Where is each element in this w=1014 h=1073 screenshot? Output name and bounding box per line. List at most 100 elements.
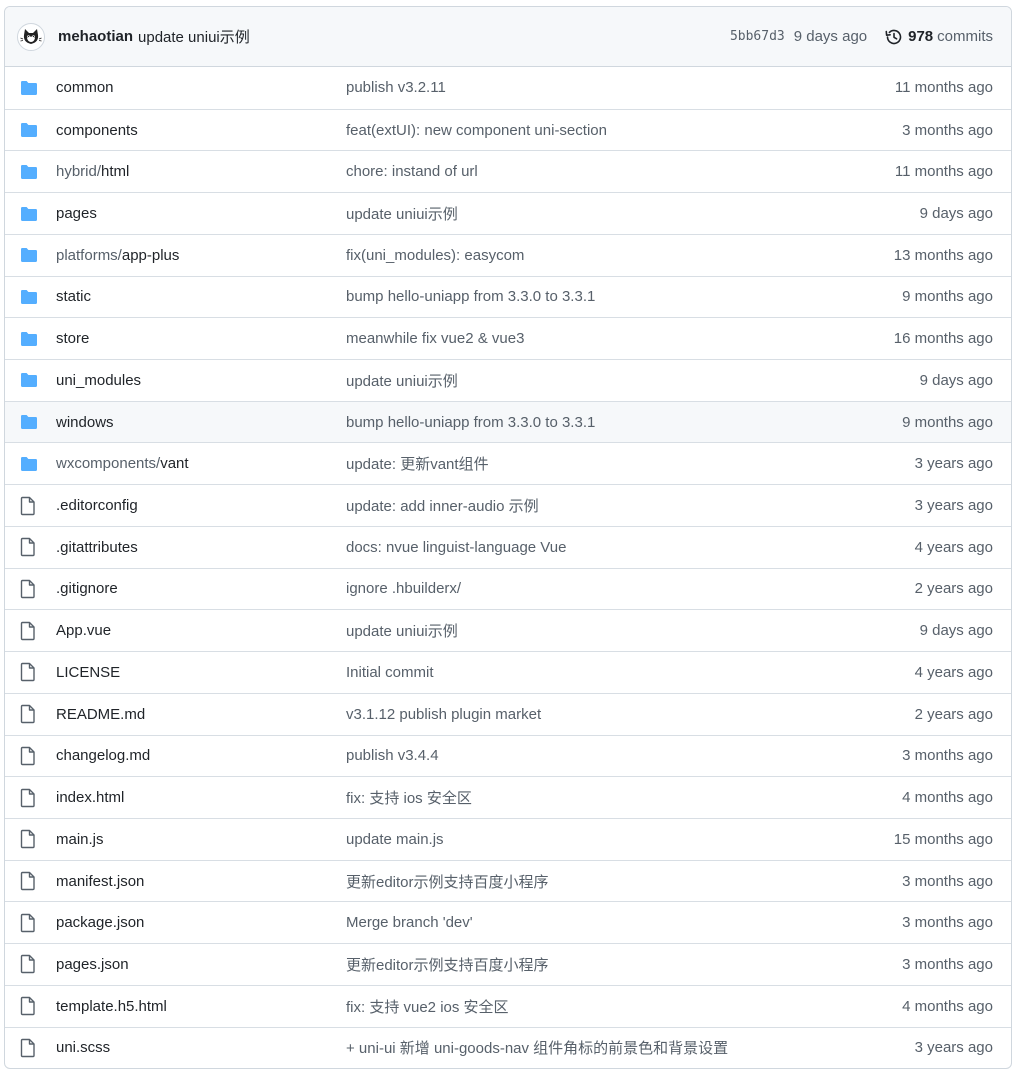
file-name-link[interactable]: main.js (56, 831, 346, 848)
file-icon (20, 621, 40, 641)
file-name-link[interactable]: pages (56, 205, 346, 222)
file-name-link[interactable]: LICENSE (56, 664, 346, 681)
commit-message-link[interactable]: 更新editor示例支持百度小程序 (346, 871, 902, 892)
file-icon (20, 829, 40, 849)
commit-message-link[interactable]: update uniui示例 (346, 203, 920, 224)
commit-message-link[interactable]: meanwhile fix vue2 & vue3 (346, 330, 894, 347)
file-row[interactable]: .editorconfig update: add inner-audio 示例 3… (5, 484, 1011, 526)
commit-message-link[interactable]: ignore .hbuilderx/ (346, 580, 915, 597)
file-row[interactable]: main.js update main.js 15 months ago (5, 817, 1011, 860)
commit-message[interactable]: update uniui示例 (138, 26, 250, 47)
file-icon (20, 662, 40, 682)
commit-message-link[interactable]: update: 更新vant组件 (346, 453, 915, 474)
path-prefix: hybrid/ (56, 163, 102, 181)
file-name-link[interactable]: .gitignore (56, 580, 346, 597)
file-name-link[interactable]: components (56, 122, 346, 139)
file-row[interactable]: manifest.json 更新editor示例支持百度小程序 3 months a… (5, 859, 1011, 902)
commits-link[interactable]: 978 commits (884, 27, 993, 47)
file-icon (20, 496, 40, 516)
file-row[interactable]: package.json Merge branch 'dev' 3 months a… (5, 901, 1011, 943)
commit-message-link[interactable]: update main.js (346, 831, 894, 848)
file-name-link[interactable]: store (56, 330, 346, 347)
file-name: vant (160, 455, 189, 473)
commit-message-link[interactable]: chore: instand of url (346, 163, 895, 180)
commit-age: 9 days ago (919, 205, 993, 223)
commit-message-link[interactable]: bump hello-uniapp from 3.3.0 to 3.3.1 (346, 288, 902, 305)
file-row[interactable]: components feat(extUI): new component uni… (5, 108, 1011, 151)
file-name: html (101, 163, 130, 181)
file-icon (20, 1038, 40, 1058)
file-row[interactable]: uni.scss + uni-ui 新增 uni-goods-nav 组件角标的前… (5, 1026, 1011, 1069)
folder-icon (20, 372, 40, 388)
file-row[interactable]: App.vue update uniui示例 9 days ago (5, 609, 1011, 651)
commit-message-link[interactable]: publish v3.2.11 (346, 79, 895, 96)
folder-icon (20, 80, 40, 96)
file-row[interactable]: pages.json 更新editor示例支持百度小程序 3 months ago (5, 943, 1011, 985)
commit-message-link[interactable]: Initial commit (346, 664, 915, 681)
file-row[interactable]: LICENSE Initial commit 4 years ago (5, 651, 1011, 693)
file-name-link[interactable]: static (56, 288, 346, 305)
file-name-link[interactable]: index.html (56, 789, 346, 806)
file-row[interactable]: platforms/app-plus fix(uni_modules): easy… (5, 233, 1011, 276)
file-name-link[interactable]: .editorconfig (56, 497, 346, 514)
file-name: uni.scss (56, 1039, 111, 1057)
file-name: pages.json (56, 955, 129, 973)
file-row[interactable]: uni_modules update uniui示例 9 days ago (5, 359, 1011, 401)
commit-message-link[interactable]: Merge branch 'dev' (346, 914, 902, 931)
commit-message-link[interactable]: fix: 支持 vue2 ios 安全区 (346, 996, 902, 1017)
commit-message-link[interactable]: update uniui示例 (346, 370, 920, 391)
commit-sha[interactable]: 5bb67d3 (730, 29, 785, 44)
file-row[interactable]: windows bump hello-uniapp from 3.3.0 to 3… (5, 400, 1011, 443)
commit-message-link[interactable]: update uniui示例 (346, 620, 920, 641)
file-name-link[interactable]: changelog.md (56, 747, 346, 764)
commit-message-link[interactable]: feat(extUI): new component uni-section (346, 122, 902, 139)
file-name-link[interactable]: common (56, 79, 346, 96)
file-row[interactable]: changelog.md publish v3.4.4 3 months ago (5, 734, 1011, 777)
file-name-link[interactable]: platforms/app-plus (56, 247, 346, 264)
commit-age: 11 months ago (894, 163, 993, 181)
file-row[interactable]: .gitignore ignore .hbuilderx/2 years ago (5, 567, 1011, 610)
commit-message-link[interactable]: v3.1.12 publish plugin market (346, 706, 915, 723)
file-name-link[interactable]: README.md (56, 706, 346, 723)
file-row[interactable]: wxcomponents/vant update: 更新vant组件 3 years… (5, 442, 1011, 484)
commit-message-link[interactable]: + uni-ui 新增 uni-goods-nav 组件角标的前景色和背景设置 (346, 1037, 915, 1058)
file-row[interactable]: hybrid/html chore: instand of url 11 month… (5, 150, 1011, 192)
file-row[interactable]: pages update uniui示例 9 days ago (5, 192, 1011, 234)
file-row[interactable]: common publish v3.2.11 11 months ago (5, 67, 1011, 109)
file-name-link[interactable]: pages.json (56, 956, 346, 973)
file-name-link[interactable]: manifest.json (56, 873, 346, 890)
file-name-link[interactable]: package.json (56, 914, 346, 931)
commit-age: 4 months ago (902, 997, 993, 1015)
file-row[interactable]: static bump hello-uniapp from 3.3.0 to 3.… (5, 275, 1011, 318)
author-avatar[interactable] (17, 22, 45, 51)
commit-message-link[interactable]: bump hello-uniapp from 3.3.0 to 3.3.1 (346, 414, 902, 431)
file-name-link[interactable]: .gitattributes (56, 539, 346, 556)
commit-message-link[interactable]: 更新editor示例支持百度小程序 (346, 954, 902, 975)
file-row[interactable]: index.html fix: 支持 ios 安全区 4 months ago (5, 776, 1011, 818)
file-name-link[interactable]: windows (56, 414, 346, 431)
commit-author[interactable]: mehaotian (58, 28, 133, 45)
file-row[interactable]: README.md v3.1.12 publish plugin market 2 … (5, 692, 1011, 735)
file-row[interactable]: .gitattributes docs: nvue linguist-langua… (5, 525, 1011, 568)
file-name: static (56, 288, 92, 306)
file-name-link[interactable]: hybrid/html (56, 163, 346, 180)
file-name-link[interactable]: uni.scss (56, 1039, 346, 1056)
commit-message-link[interactable]: update: add inner-audio 示例 (346, 495, 915, 516)
file-row[interactable]: template.h5.html fix: 支持 vue2 ios 安全区 4 mo… (5, 984, 1011, 1027)
commit-message-link[interactable]: fix(uni_modules): easycom (346, 247, 894, 264)
file-name: .gitattributes (56, 538, 138, 556)
file-list: common publish v3.2.11 11 months ago compon… (5, 67, 1011, 1068)
file-name-link[interactable]: App.vue (56, 622, 346, 639)
commit-message-link[interactable]: publish v3.4.4 (346, 747, 902, 764)
file-name: pages (56, 205, 97, 223)
commit-age: 2 years ago (914, 580, 993, 598)
commit-message-link[interactable]: docs: nvue linguist-language Vue (346, 539, 915, 556)
latest-commit-bar: mehaotian update uniui示例 5bb67d3 9 days … (5, 7, 1011, 67)
file-name-link[interactable]: uni_modules (56, 372, 346, 389)
folder-icon (20, 122, 40, 138)
commit-count: 978 (908, 28, 934, 45)
file-name-link[interactable]: template.h5.html (56, 998, 346, 1015)
commit-message-link[interactable]: fix: 支持 ios 安全区 (346, 787, 902, 808)
file-name-link[interactable]: wxcomponents/vant (56, 455, 346, 472)
file-row[interactable]: store meanwhile fix vue2 & vue3 16 months … (5, 317, 1011, 359)
